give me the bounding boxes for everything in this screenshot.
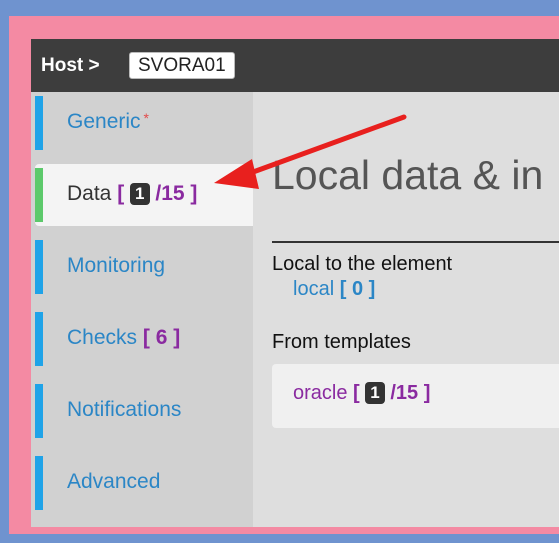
template-row-oracle[interactable]: oracle [ 1 /15 ]	[272, 364, 559, 428]
breadcrumb-host[interactable]: Host >	[41, 55, 100, 77]
sidebar-item-label: Notifications	[67, 398, 182, 421]
template-label: oracle [ 1 /15 ]	[293, 382, 431, 404]
sidebar-item-indicator	[35, 384, 43, 438]
title-divider	[272, 241, 559, 243]
host-header: Host > SVORA01	[31, 39, 559, 92]
checks-count: 6	[155, 326, 168, 349]
sidebar-item-indicator	[35, 96, 43, 150]
sidebar-item-data[interactable]: Data [ 1 /15 ]	[35, 164, 253, 226]
sidebar-item-label: Data [ 1 /15 ]	[67, 182, 198, 205]
sidebar-item-indicator	[35, 168, 43, 222]
sidebar-item-indicator	[35, 312, 43, 366]
sidebar-item-monitoring[interactable]: Monitoring	[35, 236, 253, 298]
sidebar-item-indicator	[35, 240, 43, 294]
main-panel: Local data & in Local to the element loc…	[253, 92, 559, 527]
sidebar-item-label: Checks [ 6 ]	[67, 326, 181, 349]
sidebar-item-generic[interactable]: Generic *	[35, 92, 253, 154]
page-title: Local data & in	[272, 152, 544, 198]
templates-section-heading: From templates	[272, 331, 411, 353]
local-data-link[interactable]: local [ 0 ]	[293, 278, 375, 301]
local-section-heading: Local to the element	[272, 253, 453, 275]
sidebar-item-label: Monitoring	[67, 254, 166, 277]
app-window: Host > SVORA01 Generic * Data [ 1 /15 ] M…	[31, 39, 559, 527]
required-marker: *	[143, 110, 149, 126]
sidebar-item-checks[interactable]: Checks [ 6 ]	[35, 308, 253, 370]
data-count-badge: 1	[130, 183, 150, 205]
sidebar-item-notifications[interactable]: Notifications	[35, 380, 253, 442]
template-count-badge: 1	[365, 382, 385, 404]
sidebar: Generic * Data [ 1 /15 ] Monitoring Check…	[31, 92, 253, 527]
local-count: 0	[351, 278, 364, 300]
sidebar-item-advanced[interactable]: Advanced	[35, 452, 253, 514]
host-name-badge: SVORA01	[129, 52, 235, 79]
sidebar-item-label: Advanced	[67, 470, 161, 493]
sidebar-item-label: Generic *	[67, 110, 149, 133]
sidebar-item-indicator	[35, 456, 43, 510]
